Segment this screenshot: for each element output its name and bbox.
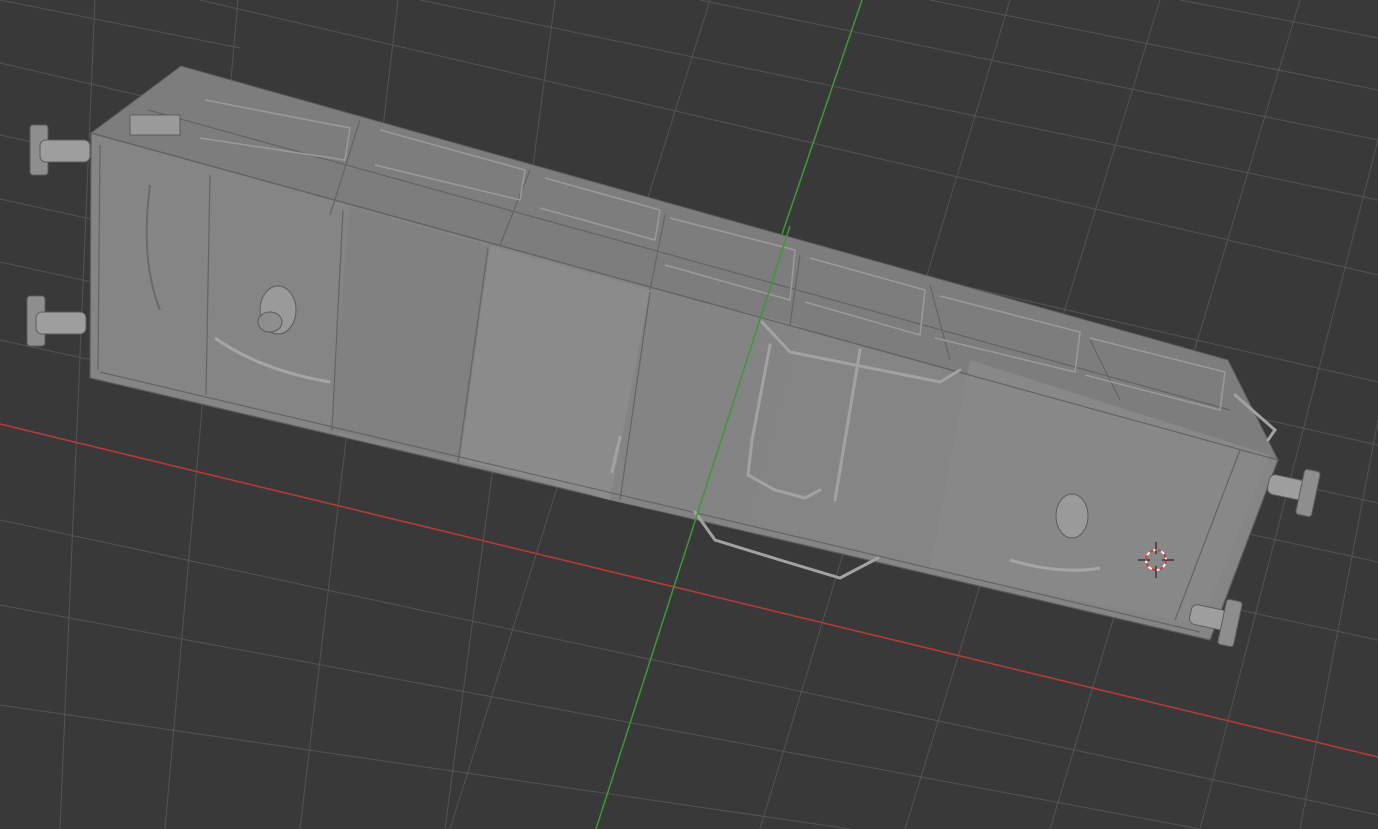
viewport-scene[interactable] — [0, 0, 1378, 829]
3d-viewport[interactable] — [0, 0, 1378, 829]
